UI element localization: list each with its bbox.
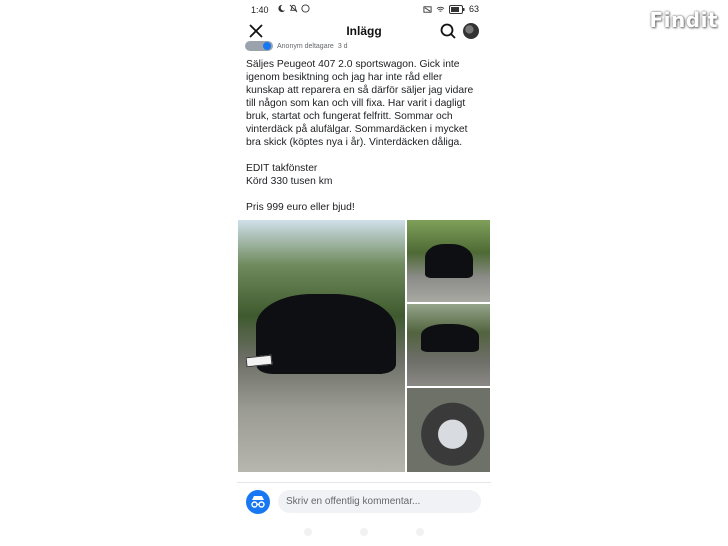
car-shape [256, 294, 396, 374]
status-time: 1:40 [251, 5, 269, 15]
status-icons-right: 63 [423, 4, 479, 14]
comment-bar: Skriv en offentlig kommentar... [237, 482, 491, 517]
moon-icon [278, 4, 286, 13]
muted-bell-icon [289, 4, 298, 13]
status-icons-left [277, 4, 310, 13]
findit-watermark-logo: Findit [649, 8, 718, 32]
messenger-icon [301, 4, 310, 13]
system-nav-bar [237, 526, 491, 538]
wifi-icon [436, 6, 445, 12]
comment-input[interactable]: Skriv en offentlig kommentar... [278, 490, 481, 513]
author-name[interactable]: Anonym deltagare [277, 43, 334, 50]
phone-screen: 1:40 63 Inlägg Anonym deltagare 3 d Sälj… [237, 0, 491, 546]
battery-icon [448, 4, 465, 14]
car-photo-main[interactable] [238, 220, 405, 472]
wheel-photo[interactable] [407, 388, 490, 472]
post-meta: 3 d [337, 42, 348, 50]
nav-back-button[interactable] [304, 528, 312, 536]
status-bar: 1:40 63 [237, 0, 491, 20]
car-photo-front[interactable] [407, 220, 490, 302]
car-shape [421, 324, 479, 352]
battery-percent: 63 [468, 4, 479, 14]
car-shape [425, 244, 473, 278]
sim-icon [423, 5, 432, 13]
anonymous-badge-icon [245, 41, 273, 51]
post-text: Säljes Peugeot 407 2.0 sportswagon. Gick… [246, 59, 474, 213]
nav-home-button[interactable] [360, 528, 368, 536]
author-row: Anonym deltagare 3 d [245, 41, 348, 51]
nav-recents-button[interactable] [416, 528, 424, 536]
car-photo-side[interactable] [407, 304, 490, 386]
profile-avatar[interactable] [463, 23, 479, 39]
photo-gallery [238, 220, 490, 472]
search-icon[interactable] [439, 22, 457, 40]
anonymous-avatar-icon[interactable] [246, 490, 270, 514]
